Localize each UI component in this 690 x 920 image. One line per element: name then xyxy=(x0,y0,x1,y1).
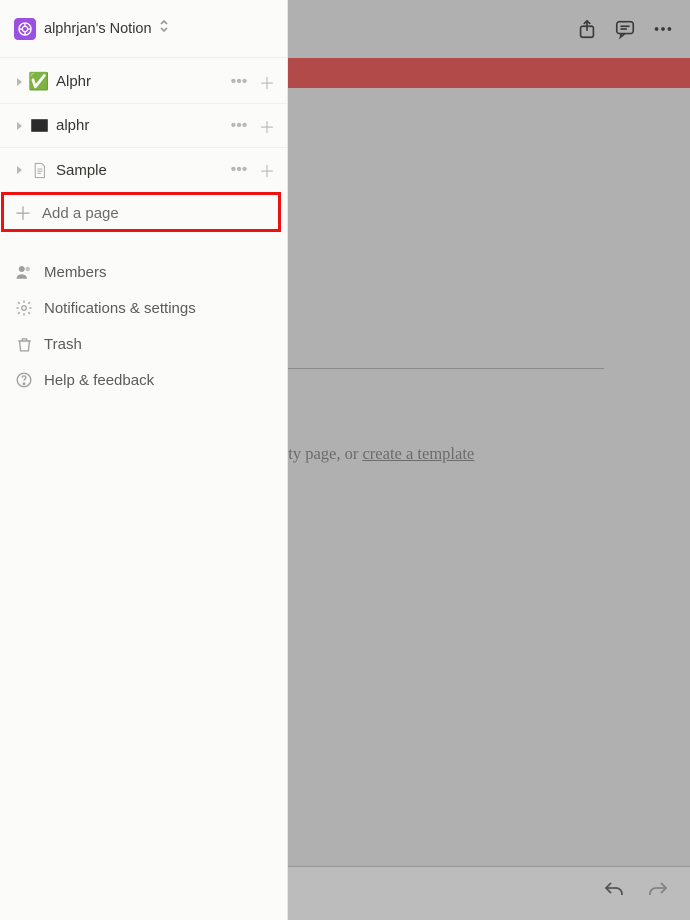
page-more-icon[interactable]: ••• xyxy=(229,117,249,135)
expand-icon xyxy=(158,19,170,38)
help-icon xyxy=(14,371,34,389)
add-page-label: Add a page xyxy=(42,205,119,222)
share-icon[interactable] xyxy=(574,16,600,42)
page-add-child-icon[interactable]: ＋ xyxy=(257,70,277,94)
help-menu-item[interactable]: Help & feedback xyxy=(0,362,287,398)
chevron-right-icon[interactable] xyxy=(10,77,28,87)
sidebar-page-item[interactable]: Sample ••• ＋ xyxy=(0,148,287,192)
page-add-child-icon[interactable]: ＋ xyxy=(257,114,277,138)
menu-label: Trash xyxy=(44,336,82,353)
chevron-right-icon[interactable] xyxy=(10,165,28,175)
add-page-button[interactable]: ＋ Add a page xyxy=(0,194,287,232)
members-icon xyxy=(14,263,34,281)
page-label: Alphr xyxy=(56,73,229,90)
sidebar: alphrjan's Notion ✅ Alphr ••• ＋ xyxy=(0,0,288,920)
members-menu-item[interactable]: Members xyxy=(0,254,287,290)
pages-list: ✅ Alphr ••• ＋ alphr ••• ＋ xyxy=(0,58,287,234)
settings-menu-item[interactable]: Notifications & settings xyxy=(0,290,287,326)
redo-icon[interactable] xyxy=(646,879,670,908)
sidebar-page-item[interactable]: alphr ••• ＋ xyxy=(0,104,287,148)
comments-icon[interactable] xyxy=(612,16,638,42)
hint-text: pty page, or xyxy=(280,444,362,463)
workspace-icon xyxy=(14,18,36,40)
workspace-switcher[interactable]: alphrjan's Notion xyxy=(0,0,287,58)
page-add-child-icon[interactable]: ＋ xyxy=(257,158,277,182)
sidebar-utilities: Members Notifications & settings Trash H… xyxy=(0,254,287,398)
page-label: alphr xyxy=(56,117,229,134)
trash-menu-item[interactable]: Trash xyxy=(0,326,287,362)
gear-icon xyxy=(14,299,34,317)
page-more-icon[interactable]: ••• xyxy=(229,161,249,179)
page-more-icon[interactable]: ••• xyxy=(229,73,249,91)
undo-icon[interactable] xyxy=(602,879,626,908)
menu-label: Help & feedback xyxy=(44,372,154,389)
document-icon xyxy=(28,162,50,179)
menu-label: Members xyxy=(44,264,107,281)
page-label: Sample xyxy=(56,162,229,179)
sidebar-page-item[interactable]: ✅ Alphr ••• ＋ xyxy=(0,60,287,104)
chevron-right-icon[interactable] xyxy=(10,121,28,131)
trash-icon xyxy=(14,336,34,353)
more-icon[interactable] xyxy=(650,16,676,42)
page-emoji-icon: ✅ xyxy=(28,72,50,92)
create-template-link[interactable]: create a template xyxy=(362,444,474,463)
page-emoji-icon xyxy=(28,120,50,132)
plus-icon: ＋ xyxy=(14,200,32,226)
workspace-name: alphrjan's Notion xyxy=(44,21,152,37)
menu-label: Notifications & settings xyxy=(44,300,196,317)
